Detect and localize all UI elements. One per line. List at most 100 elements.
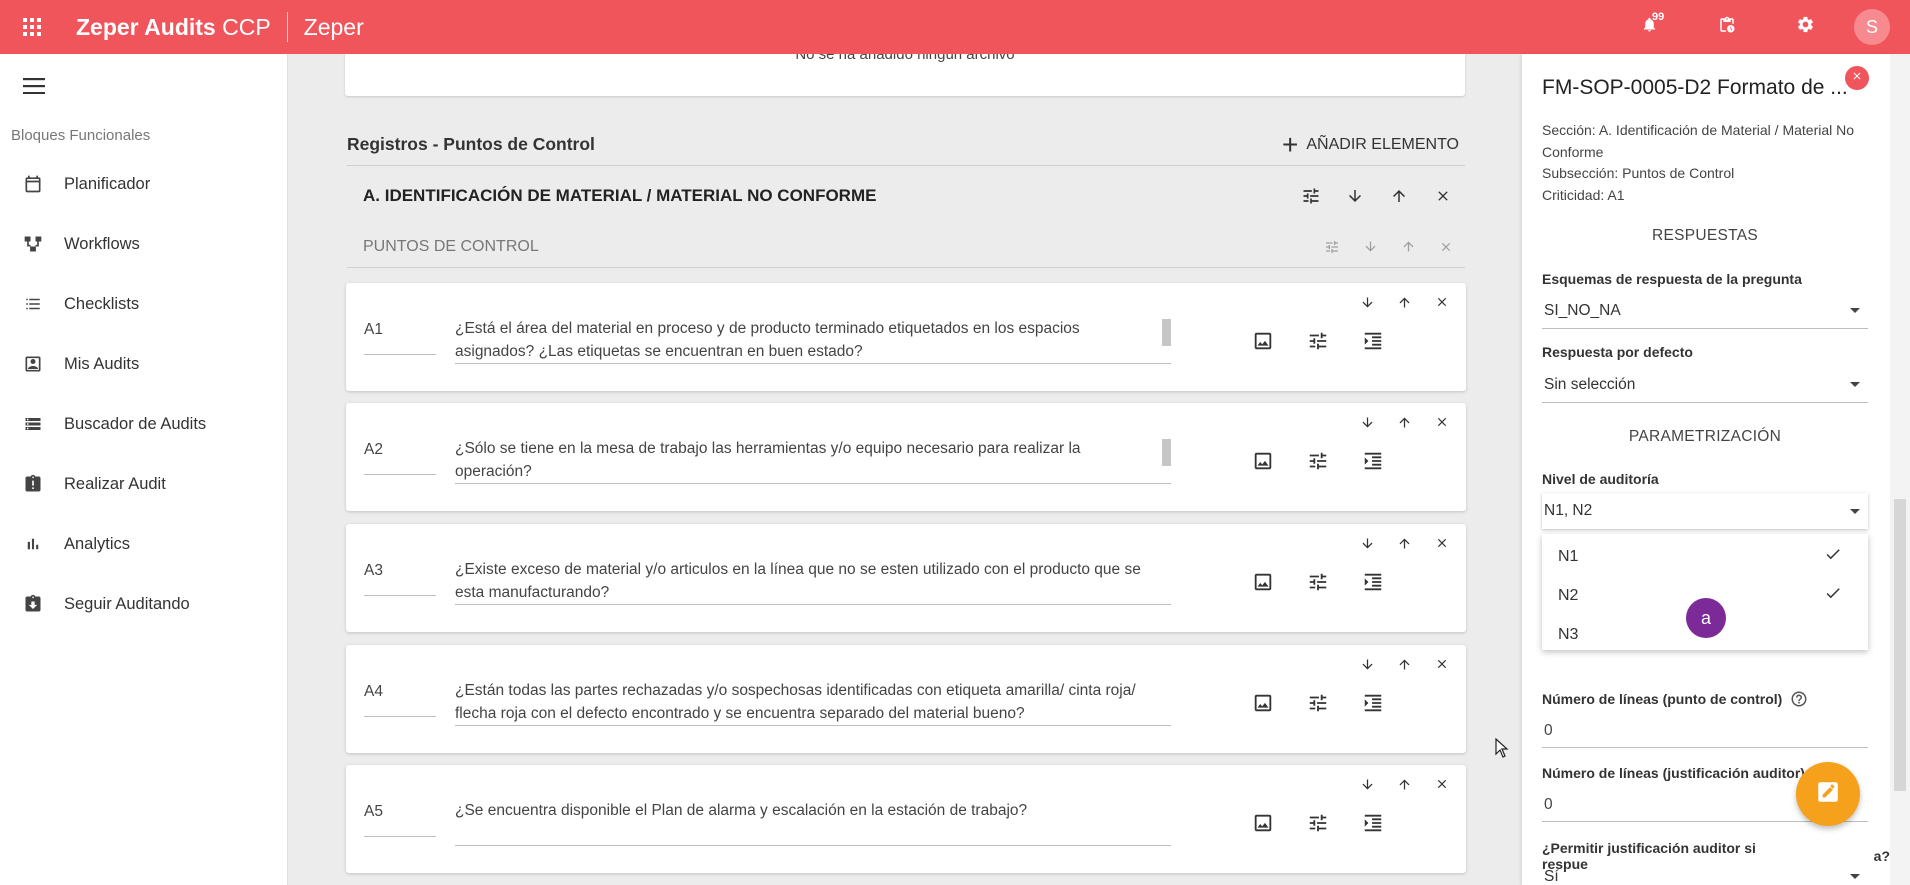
subgroup-title: PUNTOS DE CONTROL xyxy=(363,237,539,255)
textarea-scrollbar[interactable] xyxy=(1162,439,1171,466)
hamburger-menu-icon[interactable] xyxy=(18,70,50,102)
control-point-lines-label: Número de líneas (punto de control) xyxy=(1542,690,1808,708)
close-icon[interactable] xyxy=(1427,229,1465,265)
panel-scrollbar[interactable] xyxy=(1890,54,1910,885)
option-label: N1 xyxy=(1558,547,1579,565)
arrow-down-icon[interactable] xyxy=(1349,287,1386,317)
question-text-field[interactable]: ¿Se encuentra disponible el Plan de alar… xyxy=(455,799,1171,846)
arrow-up-icon[interactable] xyxy=(1386,287,1423,317)
add-element-button[interactable]: + AÑADIR ELEMENTO xyxy=(1282,130,1459,159)
close-icon[interactable] xyxy=(1421,178,1465,214)
image-icon[interactable] xyxy=(1235,805,1290,841)
tune-icon[interactable] xyxy=(1290,805,1345,841)
sidebar: Bloques Funcionales Planificador Workflo… xyxy=(0,54,288,885)
allow-justification-text-end: a? xyxy=(1873,848,1890,864)
close-icon[interactable] xyxy=(1423,287,1460,317)
user-avatar[interactable]: S xyxy=(1854,9,1890,45)
sidebar-item-mis-audits[interactable]: Mis Audits xyxy=(0,334,288,394)
tune-icon[interactable] xyxy=(1313,229,1351,265)
help-icon[interactable] xyxy=(1790,690,1808,708)
sidebar-item-analytics[interactable]: Analytics xyxy=(0,514,288,574)
arrow-up-icon[interactable] xyxy=(1389,229,1427,265)
list-icon xyxy=(20,291,46,317)
arrow-up-icon[interactable] xyxy=(1386,649,1423,679)
arrow-up-icon[interactable] xyxy=(1386,769,1423,799)
option-label: N2 xyxy=(1558,586,1579,604)
tune-icon[interactable] xyxy=(1289,178,1333,214)
clipboard-download-icon xyxy=(20,591,46,617)
format-indent-icon[interactable] xyxy=(1345,564,1400,600)
settings-button[interactable] xyxy=(1766,0,1844,54)
control-point-lines-input[interactable]: 0 xyxy=(1542,714,1868,748)
question-code-field[interactable]: A2 xyxy=(364,437,436,475)
notification-badge: 99 xyxy=(1652,11,1665,23)
option-n1[interactable]: N1 xyxy=(1542,537,1868,576)
tune-icon[interactable] xyxy=(1290,564,1345,600)
arrow-down-icon[interactable] xyxy=(1351,229,1389,265)
format-indent-icon[interactable] xyxy=(1345,805,1400,841)
question-detail-panel: FM-SOP-0005-D2 Formato de ... Sección: A… xyxy=(1522,54,1890,885)
sidebar-item-label: Analytics xyxy=(64,534,131,553)
tune-icon[interactable] xyxy=(1290,323,1345,359)
image-icon[interactable] xyxy=(1235,323,1290,359)
close-icon[interactable] xyxy=(1423,407,1460,437)
image-icon[interactable] xyxy=(1235,443,1290,479)
sidebar-item-planificador[interactable]: Planificador xyxy=(0,154,288,214)
question-code-field[interactable]: A5 xyxy=(364,799,436,837)
group-title: A. IDENTIFICACIÓN DE MATERIAL / MATERIAL… xyxy=(363,186,877,205)
question-text-field[interactable]: ¿Sólo se tiene en la mesa de trabajo las… xyxy=(455,437,1171,484)
default-answer-label: Respuesta por defecto xyxy=(1542,344,1693,360)
arrow-up-icon[interactable] xyxy=(1386,528,1423,558)
image-icon[interactable] xyxy=(1235,685,1290,721)
allow-justification-select[interactable]: Sí xyxy=(1542,862,1868,885)
arrow-down-icon[interactable] xyxy=(1349,407,1386,437)
answer-schema-select[interactable]: SI_NO_NA xyxy=(1542,293,1868,329)
edit-fab-button[interactable] xyxy=(1796,762,1860,826)
image-icon[interactable] xyxy=(1235,564,1290,600)
question-text-field[interactable]: ¿Está el área del material en proceso y … xyxy=(455,317,1171,364)
tune-icon[interactable] xyxy=(1290,685,1345,721)
arrow-down-icon[interactable] xyxy=(1349,769,1386,799)
audit-level-select[interactable]: N1, N2 xyxy=(1542,493,1868,529)
sidebar-item-seguir-auditando[interactable]: Seguir Auditando xyxy=(0,574,288,634)
audit-clipboard-button[interactable] xyxy=(1688,0,1766,54)
sidebar-item-realizar-audit[interactable]: Realizar Audit xyxy=(0,454,288,514)
close-icon[interactable] xyxy=(1423,649,1460,679)
close-icon[interactable] xyxy=(1423,528,1460,558)
gear-icon xyxy=(1796,15,1815,39)
question-code-field[interactable]: A1 xyxy=(364,317,436,355)
apps-grid-icon[interactable] xyxy=(0,0,64,54)
close-icon[interactable] xyxy=(1423,769,1460,799)
attachments-card: No se ha añadido ningún archivo xyxy=(345,54,1465,96)
scrollbar-thumb[interactable] xyxy=(1894,499,1906,791)
question-text-field[interactable]: ¿Existe exceso de material y/o articulos… xyxy=(455,558,1171,605)
section-header: Registros - Puntos de Control + AÑADIR E… xyxy=(347,124,1465,166)
sidebar-item-workflows[interactable]: Workflows xyxy=(0,214,288,274)
org-name: Zeper xyxy=(303,13,364,40)
question-code-field[interactable]: A4 xyxy=(364,679,436,717)
textarea-scrollbar[interactable] xyxy=(1162,319,1171,346)
mouse-cursor-icon xyxy=(1495,737,1509,763)
arrow-down-icon[interactable] xyxy=(1349,528,1386,558)
format-indent-icon[interactable] xyxy=(1345,443,1400,479)
sidebar-item-label: Mis Audits xyxy=(64,354,140,373)
arrow-up-icon[interactable] xyxy=(1377,178,1421,214)
notifications-button[interactable]: 99 xyxy=(1610,0,1688,54)
question-text: ¿Está el área del material en proceso y … xyxy=(455,320,1080,360)
tune-icon[interactable] xyxy=(1290,443,1345,479)
question-code-field[interactable]: A3 xyxy=(364,558,436,596)
arrow-up-icon[interactable] xyxy=(1386,407,1423,437)
default-answer-select[interactable]: Sin selección xyxy=(1542,367,1868,403)
sidebar-item-buscador-de-audits[interactable]: Buscador de Audits xyxy=(0,394,288,454)
auditor-justification-lines-text: Número de líneas (justificación auditor) xyxy=(1542,765,1805,781)
question-text-field[interactable]: ¿Están todas las partes rechazadas y/o s… xyxy=(455,679,1171,726)
section-info: Sección: A. Identificación de Material /… xyxy=(1542,122,1855,160)
title-divider xyxy=(286,12,288,42)
check-icon xyxy=(1824,584,1842,607)
arrow-down-icon[interactable] xyxy=(1333,178,1377,214)
sidebar-item-checklists[interactable]: Checklists xyxy=(0,274,288,334)
group-header: A. IDENTIFICACIÓN DE MATERIAL / MATERIAL… xyxy=(347,176,1465,216)
format-indent-icon[interactable] xyxy=(1345,685,1400,721)
format-indent-icon[interactable] xyxy=(1345,323,1400,359)
arrow-down-icon[interactable] xyxy=(1349,649,1386,679)
